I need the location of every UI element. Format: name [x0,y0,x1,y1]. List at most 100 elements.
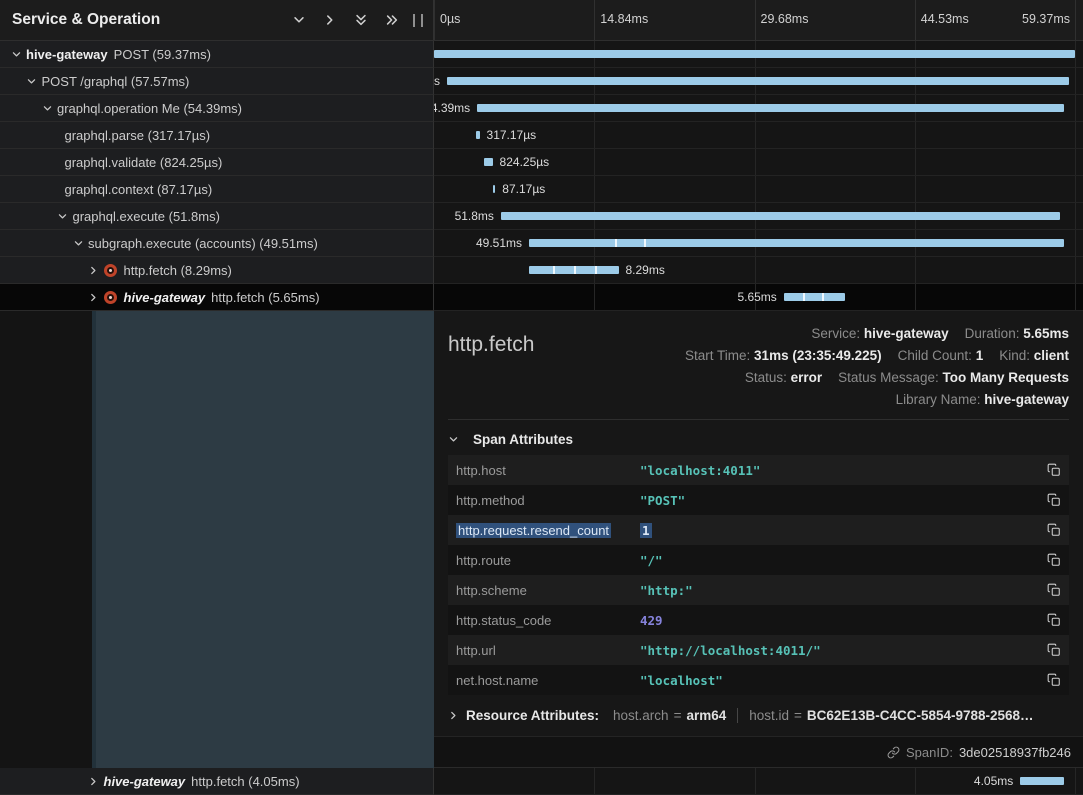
span-timeline-cell[interactable]: 87.17µs [434,176,1083,203]
meta-value: 31ms (23:35:49.225) [754,348,882,363]
attribute-row[interactable]: http.host"localhost:4011" [448,455,1069,485]
span-tree-cell[interactable]: POST /graphql (57.57ms) [0,68,434,95]
copy-icon[interactable] [1035,553,1061,567]
gridline [755,149,756,175]
span-row[interactable]: graphql.operation Me (54.39ms)54.39ms [0,95,1083,122]
meta-key: Start Time: [685,348,754,363]
span-row[interactable]: graphql.parse (317.17µs)317.17µs [0,122,1083,149]
expander-chevron-right-icon[interactable] [86,292,102,303]
expander-chevron-down-icon[interactable] [24,76,40,87]
span-row[interactable]: POST /graphql (57.57ms)57.57ms [0,68,1083,95]
collapse-one-icon[interactable] [292,13,306,27]
span-tree-cell[interactable]: subgraph.execute (accounts) (49.51ms) [0,230,434,257]
span-tree-cell[interactable]: graphql.parse (317.17µs) [0,122,434,149]
span-tree-cell[interactable]: graphql.operation Me (54.39ms) [0,95,434,122]
meta-pair: Duration: 5.65ms [965,326,1069,341]
attribute-row[interactable]: http.status_code429 [448,605,1069,635]
expand-all-icon[interactable] [385,13,399,27]
span-timeline-cell[interactable]: 5.65ms [434,284,1083,311]
meta-line: Start Time: 31ms (23:35:49.225)Child Cou… [685,345,1069,367]
span-row[interactable]: http.fetch (8.29ms)8.29ms [0,257,1083,284]
expand-one-icon[interactable] [323,13,337,27]
attribute-row[interactable]: http.url"http://localhost:4011/" [448,635,1069,665]
meta-value: hive-gateway [864,326,949,341]
span-timeline-cell[interactable]: 4.05ms [434,768,1083,795]
span-timeline-cell[interactable]: 57.57ms [434,68,1083,95]
span-tree-cell[interactable]: graphql.context (87.17µs) [0,176,434,203]
chevron-down-icon [448,434,459,445]
span-timeline-cell[interactable]: 54.39ms [434,95,1083,122]
span-timeline-cell[interactable]: 59.37ms [434,41,1083,68]
span-row[interactable]: subgraph.execute (accounts) (49.51ms)49.… [0,230,1083,257]
copy-icon[interactable] [1035,613,1061,627]
panel-resize-handle-icon[interactable] [413,14,423,27]
gridline [594,122,595,148]
gridline [594,149,595,175]
gridline [1075,284,1076,310]
span-duration-bar[interactable] [501,212,1060,220]
span-timeline-cell[interactable]: 49.51ms [434,230,1083,257]
span-tree-cell[interactable]: graphql.execute (51.8ms) [0,203,434,230]
meta-pair: Start Time: 31ms (23:35:49.225) [685,348,882,363]
span-tree-cell[interactable]: hive-gatewayhttp.fetch (4.05ms) [0,768,434,795]
span-duration-bar[interactable] [484,158,493,166]
span-duration-bar[interactable] [784,293,845,301]
span-attributes-section-toggle[interactable]: Span Attributes [434,420,1083,455]
span-duration-label: 5.65ms [737,290,783,304]
span-timeline-cell[interactable]: 8.29ms [434,257,1083,284]
attribute-row[interactable]: http.scheme"http:" [448,575,1069,605]
span-row[interactable]: hive-gatewayhttp.fetch (4.05ms)4.05ms [0,768,1083,795]
span-timeline-cell[interactable]: 317.17µs [434,122,1083,149]
expander-chevron-right-icon[interactable] [86,265,102,276]
meta-pair: Status: error [745,370,822,385]
span-duration-bar[interactable] [434,50,1075,58]
equals-sign: = [674,708,682,723]
attribute-row[interactable]: net.host.name"localhost" [448,665,1069,695]
attribute-row[interactable]: http.route"/" [448,545,1069,575]
copy-icon[interactable] [1035,493,1061,507]
span-timeline-cell[interactable]: 51.8ms [434,203,1083,230]
span-duration-label: 51.8ms [455,209,501,223]
attribute-row[interactable]: http.method"POST" [448,485,1069,515]
span-duration-bar[interactable] [447,77,1069,85]
expander-chevron-down-icon[interactable] [8,49,24,60]
expander-chevron-down-icon[interactable] [70,238,86,249]
copy-icon[interactable] [1035,463,1061,477]
attribute-key: http.status_code [456,613,640,628]
span-duration-bar[interactable] [1020,777,1064,785]
span-tree-cell[interactable]: hive-gatewayPOST (59.37ms) [0,41,434,68]
expander-chevron-down-icon[interactable] [55,211,71,222]
span-duration-bar[interactable] [477,104,1064,112]
copy-icon[interactable] [1035,643,1061,657]
gridline [755,176,756,202]
span-tree-cell[interactable]: graphql.validate (824.25µs) [0,149,434,176]
copy-icon[interactable] [1035,523,1061,537]
gridline [915,284,916,310]
page-title: Service & Operation [12,11,160,29]
span-row[interactable]: graphql.context (87.17µs)87.17µs [0,176,1083,203]
span-row[interactable]: graphql.execute (51.8ms) 51.8ms [0,203,1083,230]
span-tree-cell[interactable]: http.fetch (8.29ms) [0,257,434,284]
span-row[interactable]: hive-gatewayPOST (59.37ms)59.37ms [0,41,1083,68]
span-duration-bar[interactable] [529,239,1064,247]
span-duration-bar[interactable] [529,266,619,274]
span-operation-name: http.fetch (4.05ms) [191,774,299,789]
bar-tick [553,266,555,274]
expander-chevron-right-icon[interactable] [86,776,102,787]
span-timeline-cell[interactable]: 824.25µs [434,149,1083,176]
span-row[interactable]: graphql.validate (824.25µs)824.25µs [0,149,1083,176]
copy-icon[interactable] [1035,673,1061,687]
span-row[interactable]: hive-gatewayhttp.fetch (5.65ms) 5.65ms [0,284,1083,311]
attribute-row[interactable]: http.request.resend_count1 [448,515,1069,545]
copy-icon[interactable] [1035,583,1061,597]
span-tree-cell[interactable]: hive-gatewayhttp.fetch (5.65ms) [0,284,434,311]
span-operation-name: http.fetch (5.65ms) [211,290,319,305]
ruler-tick: 14.84ms [594,0,595,40]
meta-value: 1 [976,348,984,363]
expander-chevron-down-icon[interactable] [39,103,55,114]
link-icon[interactable] [887,746,900,759]
meta-key: Status Message: [838,370,942,385]
collapse-all-icon[interactable] [354,13,368,27]
ruler-tick: 0µs [434,0,435,40]
resource-attributes-section-toggle[interactable]: Resource Attributes:host.arch=arm64host.… [434,695,1083,723]
